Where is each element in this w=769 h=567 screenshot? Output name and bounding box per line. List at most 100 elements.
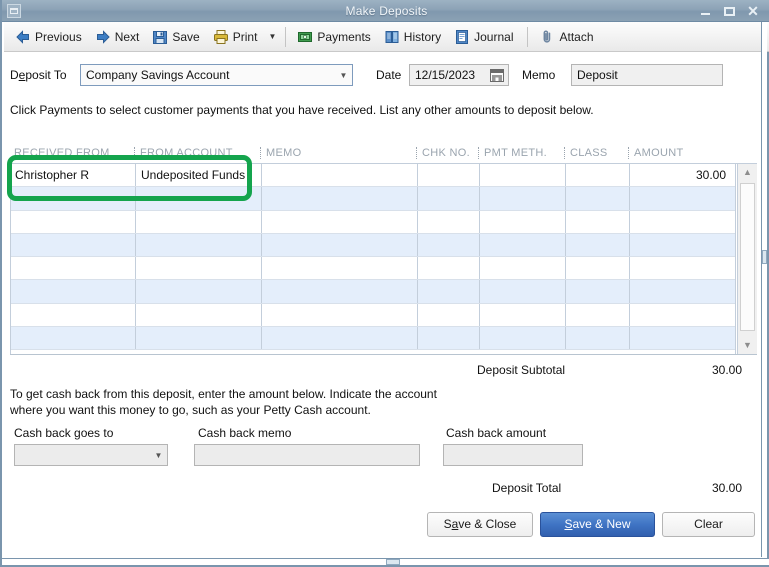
grid-cell-class[interactable] [567,187,622,209]
save-and-close-button[interactable]: Save & Close [427,512,533,537]
grid-cell-chk_no[interactable] [419,164,474,186]
toolbar-button-history[interactable]: History [379,24,449,50]
grid-cell-pmt_meth[interactable] [481,164,543,186]
toolbar-button-payments[interactable]: Payments [292,24,378,50]
grid-cell-pmt_meth[interactable] [481,304,543,326]
grid-cell-received_from[interactable] [11,304,133,326]
grid-cell-received_from[interactable] [11,280,133,302]
grid-cell-pmt_meth[interactable] [481,257,543,279]
grid-vertical-scrollbar[interactable]: ▲ ▼ [737,164,757,354]
grid-cell-memo[interactable] [263,187,413,209]
toolbar-button-save[interactable]: Save [147,24,207,50]
table-row[interactable] [11,327,735,351]
grid-header-class[interactable]: CLASS [570,147,608,159]
cash-back-goes-to-dropdown[interactable]: ▼ [14,444,168,466]
grid-cell-from_account[interactable] [137,187,259,209]
grid-scrollbar-thumb[interactable] [740,183,755,331]
grid-cell-received_from[interactable] [11,234,133,256]
close-button[interactable]: ✕ [743,2,763,20]
window-horizontal-scrollbar[interactable] [2,558,769,565]
minimize-button[interactable] [695,2,715,20]
table-row[interactable] [11,303,735,328]
deposit-to-dropdown[interactable]: Company Savings Account ▼ [80,64,353,86]
table-row[interactable] [11,210,735,234]
grid-header-memo[interactable]: MEMO [266,147,301,159]
print-dropdown-arrow-icon[interactable]: ▼ [265,25,279,49]
grid-cell-chk_no[interactable] [419,280,474,302]
grid-cell-amount[interactable] [631,211,731,233]
table-row[interactable] [11,280,735,304]
scroll-up-arrow-icon[interactable]: ▲ [738,164,757,181]
grid-cell-class[interactable] [567,327,622,349]
grid-cell-pmt_meth[interactable] [481,234,543,256]
grid-cell-memo[interactable] [263,164,413,186]
grid-cell-class[interactable] [567,164,622,186]
memo-input[interactable]: Deposit [571,64,723,86]
grid-cell-memo[interactable] [263,234,413,256]
date-input[interactable]: 12/15/2023 [409,64,509,86]
table-row[interactable] [11,187,735,211]
maximize-button[interactable] [719,2,739,20]
grid-cell-class[interactable] [567,304,622,326]
grid-cell-pmt_meth[interactable] [481,280,543,302]
grid-header-received_from[interactable]: RECEIVED FROM [14,147,110,159]
grid-cell-received_from[interactable]: Christopher R [11,164,133,186]
grid-cell-pmt_meth[interactable] [481,327,543,349]
grid-cell-received_from[interactable] [11,211,133,233]
toolbar-button-journal[interactable]: Journal [449,24,521,50]
grid-cell-received_from[interactable] [11,187,133,209]
grid-cell-class[interactable] [567,234,622,256]
grid-cell-amount[interactable] [631,257,731,279]
grid-cell-chk_no[interactable] [419,257,474,279]
grid-cell-amount[interactable] [631,304,731,326]
cash-back-amount-input[interactable] [443,444,583,466]
grid-cell-amount[interactable]: 30.00 [631,164,731,186]
grid-cell-memo[interactable] [263,211,413,233]
table-row[interactable] [11,233,735,258]
grid-cell-class[interactable] [567,257,622,279]
grid-cell-pmt_meth[interactable] [481,211,543,233]
toolbar-button-attach[interactable]: Attach [534,24,601,50]
grid-header-chk_no[interactable]: CHK NO. [422,147,470,159]
grid-header-from_account[interactable]: FROM ACCOUNT [140,147,233,159]
grid-cell-chk_no[interactable] [419,187,474,209]
grid-cell-amount[interactable] [631,234,731,256]
grid-cell-memo[interactable] [263,304,413,326]
grid-cell-from_account[interactable] [137,257,259,279]
clear-button[interactable]: Clear [662,512,755,537]
grid-cell-chk_no[interactable] [419,327,474,349]
toolbar-button-print[interactable]: Print [208,24,266,50]
grid-cell-from_account[interactable] [137,234,259,256]
window-vertical-scrollbar[interactable] [761,22,767,557]
grid-cell-memo[interactable] [263,327,413,349]
table-row[interactable]: Christopher R Undeposited Funds 30.00 [11,164,735,188]
grid-cell-class[interactable] [567,211,622,233]
grid-cell-memo[interactable] [263,257,413,279]
toolbar-button-previous[interactable]: Previous [10,24,90,50]
grid-cell-from_account[interactable] [137,327,259,349]
grid-cell-amount[interactable] [631,327,731,349]
grid-cell-amount[interactable] [631,280,731,302]
scroll-down-arrow-icon[interactable]: ▼ [738,337,757,354]
grid-cell-received_from[interactable] [11,327,133,349]
grid-cell-chk_no[interactable] [419,234,474,256]
grid-header-pmt_meth[interactable]: PMT METH. [484,147,547,159]
grid-cell-memo[interactable] [263,280,413,302]
grid-header-amount[interactable]: AMOUNT [634,147,683,159]
toolbar-button-next[interactable]: Next [90,24,148,50]
grid-cell-class[interactable] [567,280,622,302]
save-and-new-button[interactable]: Save & New [540,512,655,537]
grid-cell-pmt_meth[interactable] [481,187,543,209]
grid-cell-from_account[interactable]: Undeposited Funds [137,164,259,186]
grid-cell-from_account[interactable] [137,280,259,302]
cash-back-memo-input[interactable] [194,444,420,466]
grid-cell-amount[interactable] [631,187,731,209]
grid-cell-received_from[interactable] [11,257,133,279]
table-row[interactable] [11,257,735,281]
window-horizontal-scrollbar-thumb[interactable] [386,559,400,565]
grid-cell-from_account[interactable] [137,211,259,233]
calendar-icon[interactable] [490,68,504,82]
grid-cell-from_account[interactable] [137,304,259,326]
grid-cell-chk_no[interactable] [419,304,474,326]
grid-cell-chk_no[interactable] [419,211,474,233]
